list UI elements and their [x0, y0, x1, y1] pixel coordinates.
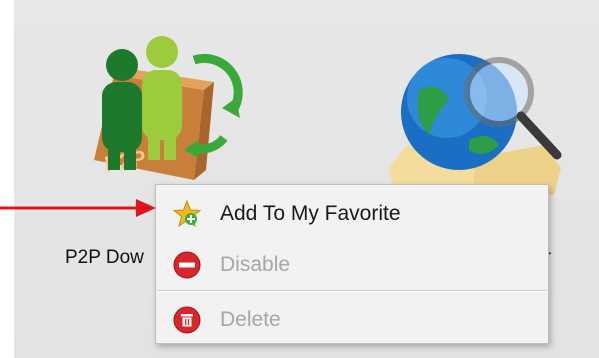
menu-item-label: Delete [220, 308, 281, 331]
star-favorite-icon [172, 199, 202, 228]
p2p-app-label[interactable]: P2P Dow [65, 247, 144, 269]
globe-search-icon[interactable] [389, 50, 564, 195]
p2p-downloader-icon[interactable]: P2P [74, 20, 254, 190]
context-menu: Add To My Favorite Disable Delete [155, 184, 549, 344]
menu-item-label: Disable [220, 253, 291, 276]
menu-item-delete[interactable]: Delete [156, 295, 548, 345]
desktop-area: P2P P2P Dow [14, 0, 599, 358]
menu-item-add-to-favorite[interactable]: Add To My Favorite [156, 189, 548, 239]
menu-item-label: Add To My Favorite [220, 202, 401, 225]
delete-trash-icon [173, 306, 201, 334]
annotation-arrow-icon [0, 199, 156, 217]
menu-separator [158, 290, 546, 292]
disable-icon [173, 251, 201, 279]
menu-item-disable[interactable]: Disable [156, 240, 548, 290]
